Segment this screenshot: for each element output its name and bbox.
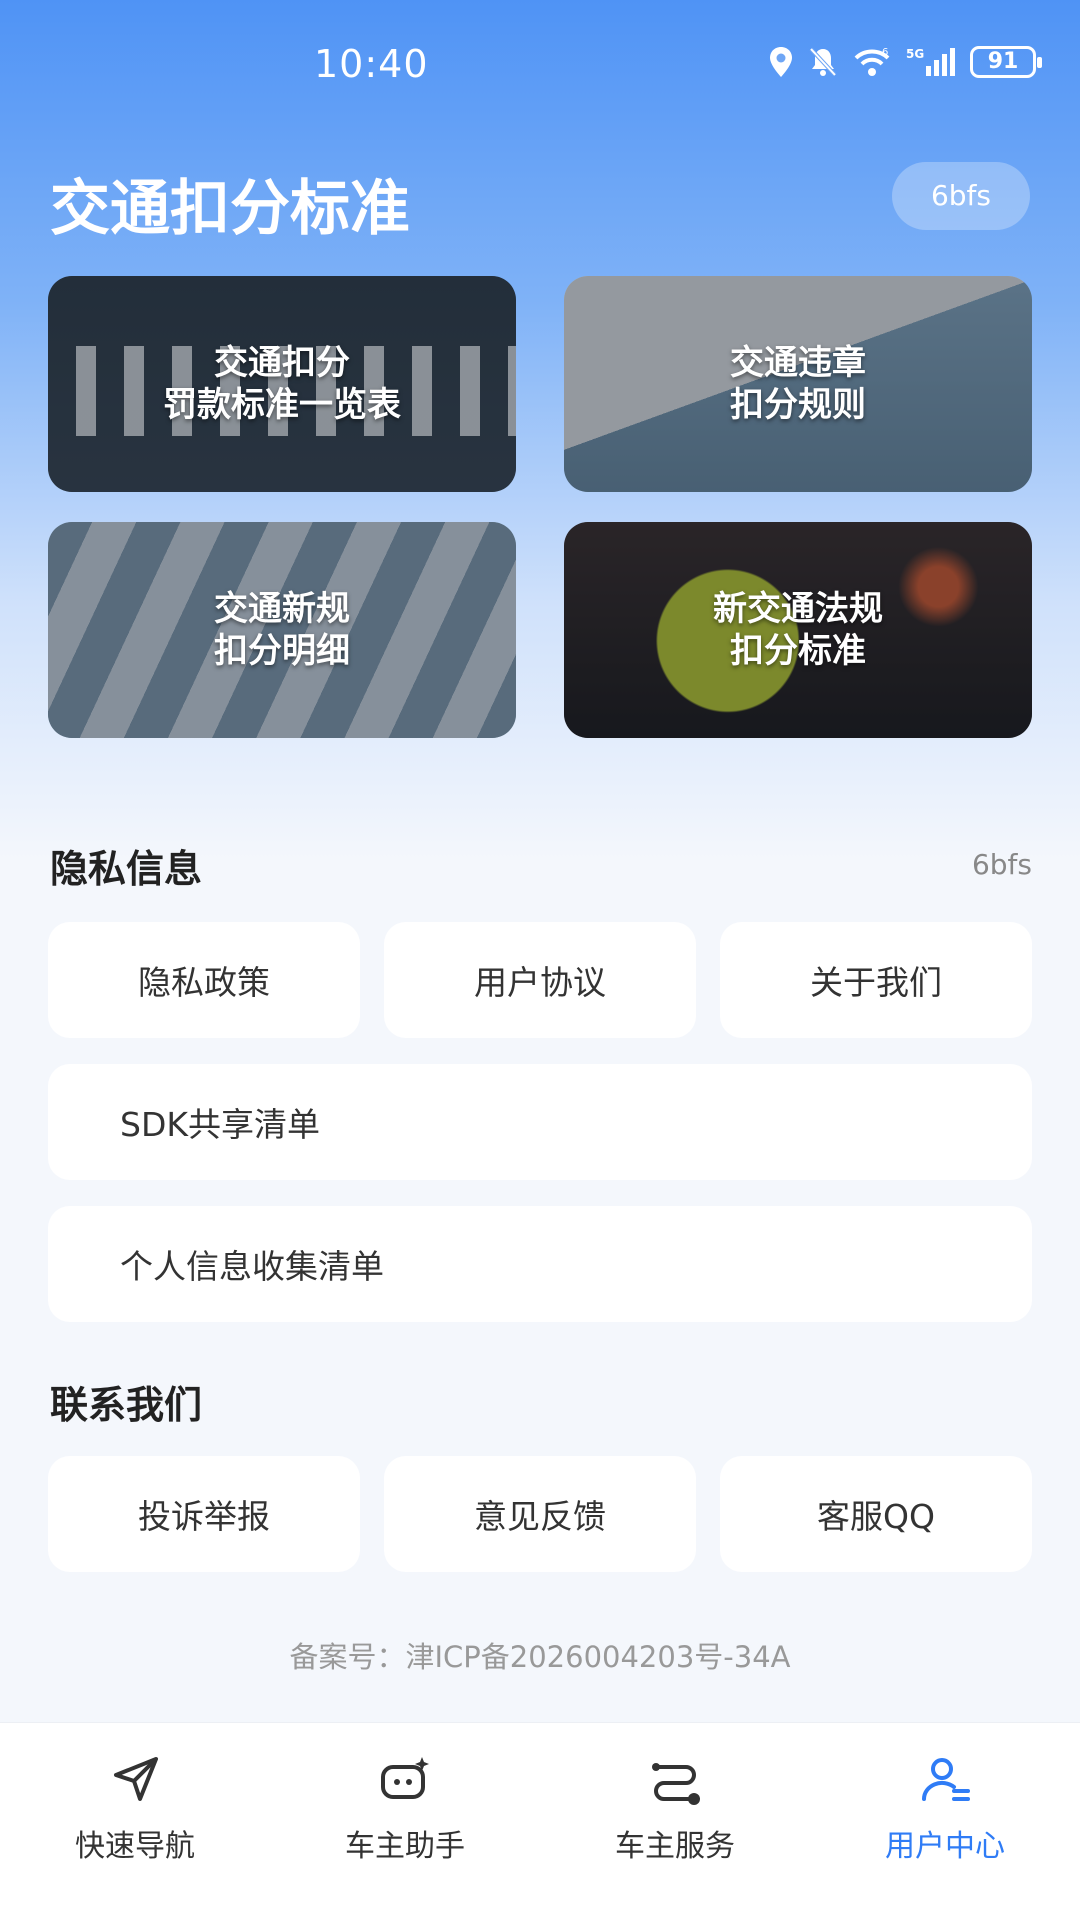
section-side-label: 6bfs bbox=[971, 848, 1032, 881]
status-bar: 10:40 6 5G 91 bbox=[0, 0, 1080, 130]
signal-5g-icon: 5G bbox=[906, 47, 955, 76]
card-penalty-table[interactable]: 交通扣分 罚款标准一览表 bbox=[48, 276, 516, 492]
mute-bell-icon bbox=[809, 47, 837, 77]
tab-label: 用户中心 bbox=[885, 1829, 1005, 1864]
tab-owner-service[interactable]: 车主服务 bbox=[575, 1753, 775, 1865]
card-title: 交通新规 扣分明细 bbox=[214, 589, 350, 671]
sdk-list-button[interactable]: SDK共享清单 bbox=[48, 1064, 1032, 1180]
feedback-button[interactable]: 意见反馈 bbox=[384, 1456, 696, 1572]
page-title: 交通扣分标准 bbox=[50, 174, 410, 244]
card-title: 交通违章 扣分规则 bbox=[730, 343, 866, 425]
status-time: 10:40 bbox=[314, 42, 429, 86]
tab-label: 车主助手 bbox=[345, 1829, 465, 1864]
card-new-law-standard[interactable]: 新交通法规 扣分标准 bbox=[564, 522, 1032, 738]
svg-text:5G: 5G bbox=[906, 47, 924, 61]
icp-record: 备案号：津ICP备2026004203号-34A bbox=[289, 1640, 791, 1674]
svg-text:6: 6 bbox=[882, 47, 888, 58]
tab-label: 车主服务 bbox=[615, 1829, 735, 1864]
tab-user-center[interactable]: 用户中心 bbox=[845, 1753, 1045, 1865]
wifi-icon: 6 bbox=[854, 47, 890, 76]
customer-service-qq-button[interactable]: 客服QQ bbox=[720, 1456, 1032, 1572]
user-center-icon bbox=[921, 1758, 970, 1801]
privacy-policy-button[interactable]: 隐私政策 bbox=[48, 922, 360, 1038]
tab-quick-navigation[interactable]: 快速导航 bbox=[35, 1753, 235, 1865]
header-pill[interactable]: 6bfs bbox=[892, 162, 1030, 230]
card-title: 新交通法规 扣分标准 bbox=[713, 589, 883, 671]
card-new-rules-detail[interactable]: 交通新规 扣分明细 bbox=[48, 522, 516, 738]
navigation-arrow-icon bbox=[114, 1757, 158, 1801]
tab-owner-assistant[interactable]: 车主助手 bbox=[305, 1753, 505, 1865]
card-violation-rules[interactable]: 交通违章 扣分规则 bbox=[564, 276, 1032, 492]
personal-info-list-button[interactable]: 个人信息收集清单 bbox=[48, 1206, 1032, 1322]
about-us-button[interactable]: 关于我们 bbox=[720, 922, 1032, 1038]
complaint-button[interactable]: 投诉举报 bbox=[48, 1456, 360, 1572]
assistant-icon bbox=[381, 1757, 429, 1799]
battery-icon: 91 bbox=[970, 46, 1042, 78]
tab-label: 快速导航 bbox=[75, 1829, 195, 1864]
user-agreement-button[interactable]: 用户协议 bbox=[384, 922, 696, 1038]
route-service-icon bbox=[652, 1763, 700, 1805]
card-title: 交通扣分 罚款标准一览表 bbox=[163, 343, 401, 425]
bottom-tab-bar: 快速导航 车主助手 车主服务 用户中心 bbox=[0, 1722, 1080, 1920]
section-title-contact: 联系我们 bbox=[50, 1383, 203, 1427]
section-title-privacy: 隐私信息 bbox=[50, 847, 203, 891]
location-icon bbox=[770, 47, 792, 77]
status-icons: 6 5G 91 bbox=[768, 46, 1042, 78]
